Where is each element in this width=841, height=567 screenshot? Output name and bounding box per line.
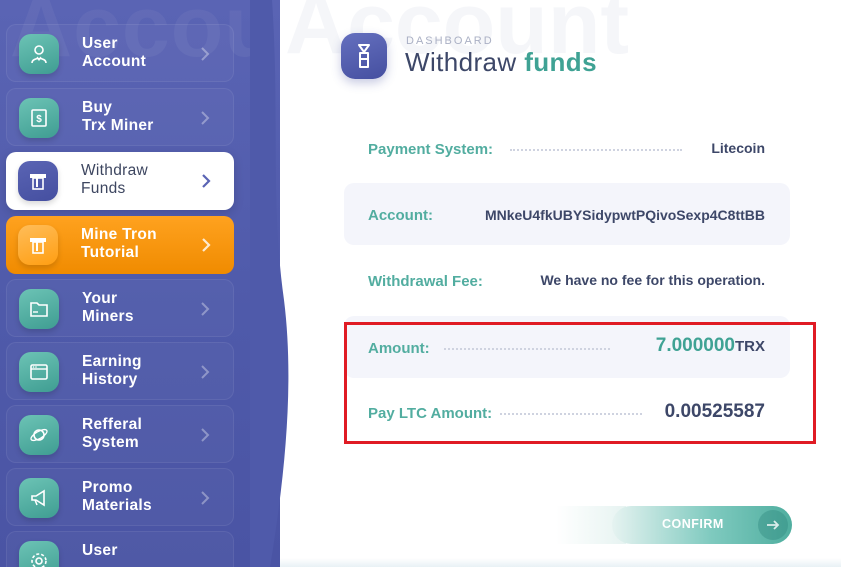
folder-icon bbox=[19, 289, 59, 329]
withdrawal-fee-label: Withdrawal Fee: bbox=[368, 273, 483, 290]
chevron-right-icon bbox=[201, 302, 210, 316]
sidebar-item-refferal-system[interactable]: Refferal System bbox=[6, 405, 234, 463]
breadcrumb: DASHBOARD bbox=[406, 35, 494, 47]
sidebar: Account UserAccount $ BuyTrx Miner Withd… bbox=[0, 0, 280, 567]
sidebar-item-label: Withdraw Funds bbox=[81, 162, 148, 197]
payment-system-label: Payment System: bbox=[368, 141, 494, 158]
sidebar-item-withdraw-funds[interactable]: Withdraw Funds bbox=[6, 152, 234, 210]
sidebar-item-label: Buy Trx Miner bbox=[82, 99, 154, 134]
chevron-right-icon bbox=[201, 111, 210, 125]
svg-text:$: $ bbox=[36, 114, 42, 125]
highlight-annotation-box bbox=[344, 322, 816, 444]
sidebar-wave-edge bbox=[250, 0, 289, 567]
sidebar-item-label: User Account bbox=[82, 35, 147, 70]
user-icon bbox=[19, 34, 59, 74]
chevron-right-icon bbox=[201, 365, 210, 379]
account-value: MNkeU4fkUBYSidypwtPQivoSexp4C8ttBB bbox=[484, 207, 765, 223]
withdrawal-fee-value: We have no fee for this operation. bbox=[540, 272, 765, 288]
account-row: Account: MNkeU4fkUBYSidypwtPQivoSexp4C8t… bbox=[344, 183, 790, 245]
sidebar-item-label: Mine Tron Tutorial bbox=[81, 226, 157, 261]
sidebar-item-user-account[interactable]: User Account bbox=[6, 24, 234, 82]
confirm-button[interactable]: CONFIRM bbox=[612, 506, 792, 544]
payment-system-row: Payment System: Litecoin bbox=[344, 118, 790, 180]
sidebar-item-label: Your Miners bbox=[82, 290, 134, 325]
sidebar-item-mine-tron-tutorial[interactable]: Mine Tron Tutorial bbox=[6, 216, 234, 274]
sidebar-item-label: User bbox=[82, 542, 118, 559]
sidebar-item-your-miners[interactable]: Your Miners bbox=[6, 279, 234, 337]
megaphone-icon bbox=[19, 478, 59, 518]
atm-icon bbox=[18, 161, 58, 201]
bottom-edge bbox=[280, 558, 841, 567]
payment-system-value: Litecoin bbox=[711, 140, 765, 156]
chevron-right-icon bbox=[202, 174, 211, 188]
sidebar-item-label: Earning History bbox=[82, 353, 142, 388]
account-label: Account: bbox=[368, 207, 433, 224]
chevron-right-icon bbox=[201, 491, 210, 505]
page-title: Withdraw funds bbox=[405, 47, 597, 77]
chevron-right-icon bbox=[201, 47, 210, 61]
withdrawal-fee-row: Withdrawal Fee: We have no fee for this … bbox=[344, 249, 790, 311]
sidebar-item-user-settings[interactable]: User bbox=[6, 531, 234, 567]
sidebar-item-buy-trx-miner[interactable]: $ Buy Trx Miner bbox=[6, 88, 234, 146]
tron-logo-icon bbox=[341, 33, 387, 79]
planet-icon bbox=[19, 415, 59, 455]
receipt-dollar-icon: $ bbox=[19, 98, 59, 138]
dotted-leader bbox=[510, 149, 682, 151]
sidebar-item-label: Refferal System bbox=[82, 416, 143, 451]
chevron-right-icon bbox=[201, 428, 210, 442]
chevron-right-icon bbox=[202, 238, 211, 252]
arrow-right-icon bbox=[758, 510, 788, 540]
confirm-button-label: CONFIRM bbox=[662, 517, 724, 531]
browser-window-icon bbox=[19, 352, 59, 392]
sidebar-item-label: Promo Materials bbox=[82, 479, 152, 514]
settings-icon bbox=[19, 541, 59, 567]
sidebar-item-promo-materials[interactable]: Promo Materials bbox=[6, 468, 234, 526]
atm-icon bbox=[18, 225, 58, 265]
sidebar-item-earning-history[interactable]: Earning History bbox=[6, 342, 234, 400]
